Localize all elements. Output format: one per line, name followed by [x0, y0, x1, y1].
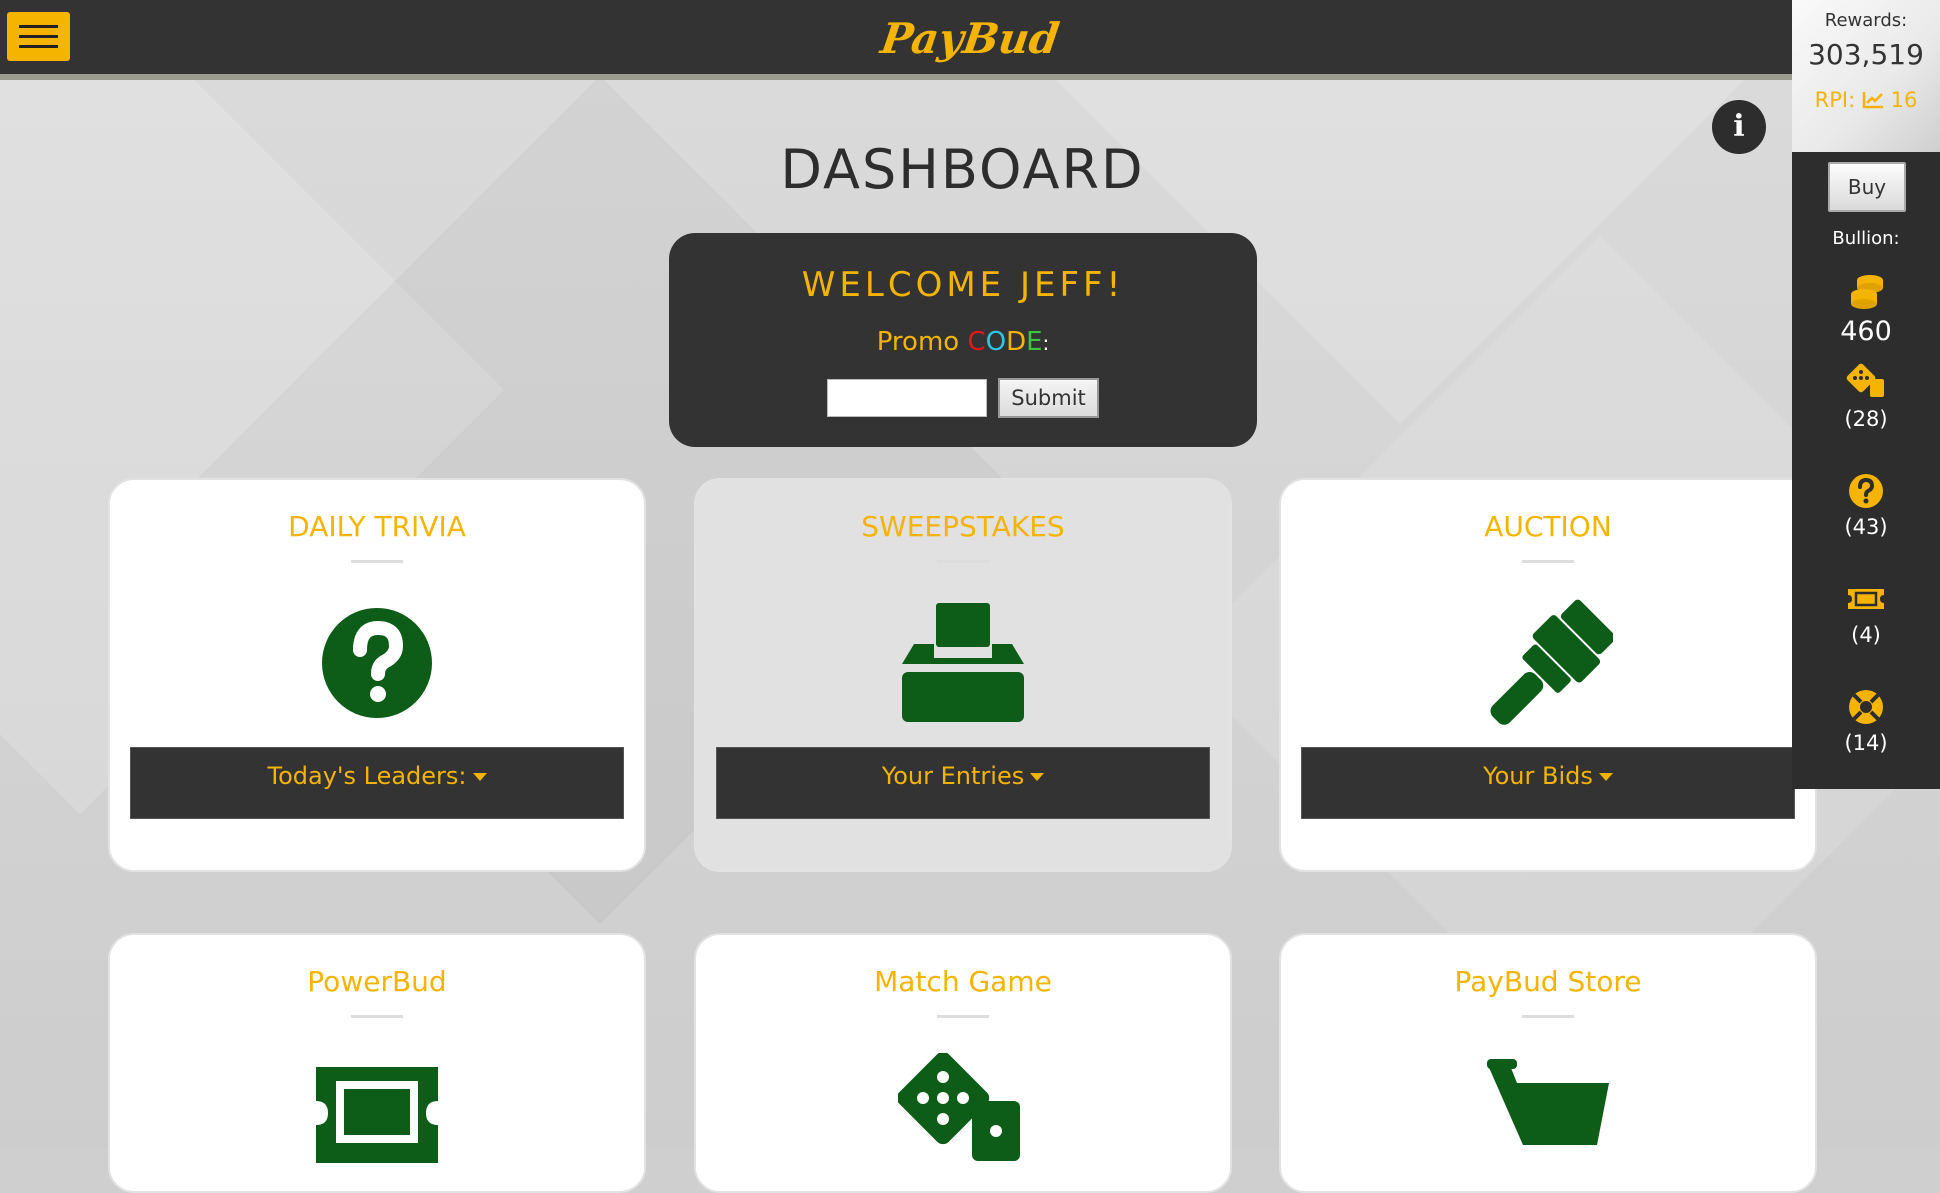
question-circle-icon [1849, 474, 1883, 508]
ballot-box-icon [902, 603, 1024, 722]
promo-prefix: Promo [876, 327, 960, 357]
card-title: AUCTION [1484, 510, 1612, 543]
card-title: DAILY TRIVIA [288, 510, 466, 543]
paybud-logo[interactable]: PayBud [0, 14, 1940, 63]
daily-trivia-card[interactable]: DAILY TRIVIA Today's Leaders: [108, 478, 646, 872]
card-title: PayBud Store [1454, 965, 1642, 998]
bullion-tickets[interactable]: (4) [1792, 579, 1940, 647]
promo-code-label: Promo CODE: [669, 327, 1257, 357]
line-chart-icon [1862, 92, 1883, 109]
info-icon[interactable]: i [1712, 100, 1766, 154]
ticket-icon [316, 1067, 438, 1163]
card-title: SWEEPSTAKES [861, 510, 1065, 543]
shopping-cart-icon [1487, 1059, 1609, 1145]
card-title: PowerBud [307, 965, 447, 998]
rewards-box: Rewards: 303,519 RPI: 16 [1792, 0, 1940, 152]
bullion-dice[interactable]: (28) [1792, 363, 1940, 431]
your-bids-dropdown[interactable]: Your Bids [1301, 747, 1795, 819]
caret-down-icon [1030, 773, 1045, 781]
welcome-greeting: WELCOME JEFF! [801, 265, 1125, 305]
divider [937, 1015, 989, 1018]
coins-icon [1851, 275, 1883, 309]
rewards-value: 303,519 [1808, 38, 1924, 71]
trivia-count: (43) [1844, 515, 1888, 539]
ticket-icon [1848, 589, 1884, 609]
rpi-indicator: RPI: 16 [1792, 88, 1940, 112]
dice-icon [1846, 363, 1884, 397]
submit-button[interactable]: Submit [998, 378, 1100, 418]
rpi-value: 16 [1890, 88, 1918, 112]
sweepstakes-card[interactable]: SWEEPSTAKES Your Entries [694, 478, 1232, 872]
promo-letter: E [1026, 327, 1043, 357]
question-circle-icon [322, 608, 432, 718]
promo-letter: D [1006, 327, 1027, 357]
promo-letter: C [967, 327, 986, 357]
bullion-life-ring[interactable]: (14) [1792, 687, 1940, 755]
dropdown-label: Your Entries [881, 762, 1025, 790]
welcome-panel: WELCOME JEFF! Promo CODE: Submit [669, 233, 1257, 447]
caret-down-icon [1598, 773, 1613, 781]
promo-colon: : [1042, 331, 1050, 355]
promo-letter: O [985, 327, 1007, 357]
top-navbar: PayBud [0, 0, 1940, 80]
gavel-icon [1490, 599, 1613, 725]
life-ring-icon [1849, 690, 1883, 724]
dropdown-label: Your Bids [1483, 762, 1593, 790]
caret-down-icon [472, 773, 487, 781]
divider [1522, 1015, 1574, 1018]
auction-card[interactable]: AUCTION Your Bids [1279, 478, 1817, 872]
rewards-label: Rewards: [1824, 10, 1908, 31]
promo-code-input[interactable] [826, 379, 987, 417]
divider [937, 560, 989, 563]
buy-button[interactable]: Buy [1828, 162, 1906, 212]
bullion-trivia[interactable]: (43) [1792, 471, 1940, 539]
bullion-label: Bullion: [1832, 228, 1900, 249]
card-title: Match Game [874, 965, 1052, 998]
page-title: DASHBOARD [780, 138, 1145, 202]
paybud-store-card[interactable]: PayBud Store [1279, 933, 1817, 1193]
dropdown-label: Today's Leaders: [267, 762, 467, 790]
bullion-coins[interactable]: 460 [1792, 272, 1940, 347]
powerbud-card[interactable]: PowerBud [108, 933, 646, 1193]
tickets-count: (4) [1851, 623, 1881, 647]
divider [1522, 560, 1574, 563]
todays-leaders-dropdown[interactable]: Today's Leaders: [130, 747, 624, 819]
rewards-sidebar: Rewards: 303,519 RPI: 16 Buy Bullion: 46… [1792, 0, 1940, 789]
dice-icon [898, 1053, 1020, 1161]
your-entries-dropdown[interactable]: Your Entries [716, 747, 1210, 819]
rpi-label: RPI: [1814, 88, 1856, 112]
life-ring-count: (14) [1844, 731, 1888, 755]
match-game-card[interactable]: Match Game [694, 933, 1232, 1193]
divider [351, 560, 403, 563]
coins-count: 460 [1840, 316, 1892, 347]
dice-count: (28) [1844, 407, 1888, 431]
divider [351, 1015, 403, 1018]
